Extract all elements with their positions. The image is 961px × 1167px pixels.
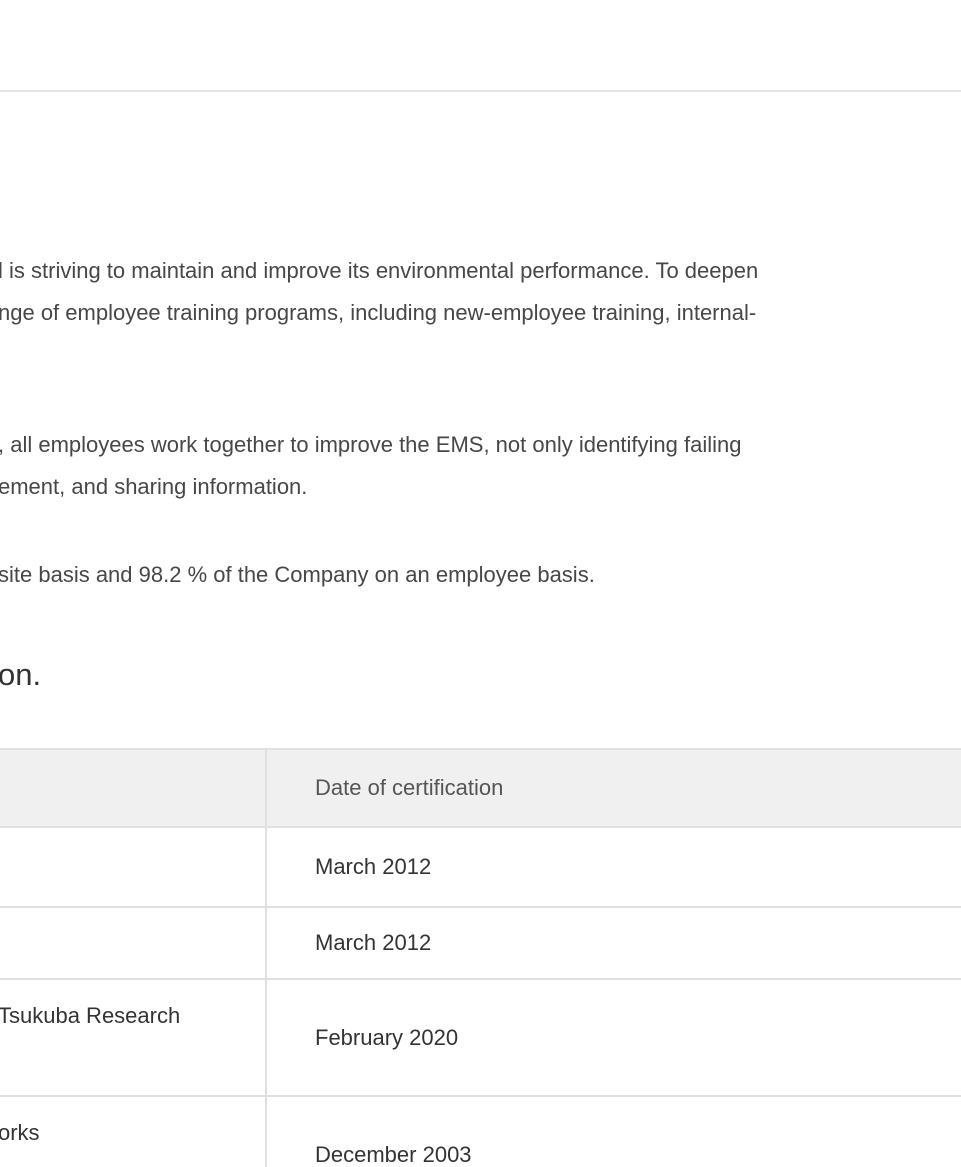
date-cell: March 2012 [265, 906, 961, 980]
site-name: Tsukuba Research [0, 1002, 181, 1028]
table-row: March 2012 [0, 826, 961, 908]
site-cell: Tsukuba Research [0, 978, 266, 1097]
date-column-header: Date of certification [265, 748, 961, 828]
paragraph-line: site basis and 98.2 % of the Company on … [0, 562, 595, 587]
table-row: Tsukuba Research February 2020 [0, 978, 961, 1097]
site-column-header [0, 748, 266, 828]
paragraph-line: l is striving to maintain and improve it… [0, 258, 759, 283]
paragraph-line: , all employees work together to improve… [0, 432, 742, 457]
certification-date: March 2012 [315, 930, 432, 955]
date-cell: March 2012 [265, 826, 961, 908]
table-header-row: Date of certification [0, 748, 961, 828]
site-cell: orks [0, 1095, 266, 1167]
ems-improvement-paragraph: , all employees work together to improve… [0, 424, 742, 508]
site-cell [0, 826, 266, 908]
site-cell [0, 906, 266, 980]
paragraph-line: ement, and sharing information. [0, 474, 308, 499]
table-row: March 2012 [0, 906, 961, 980]
coverage-paragraph: site basis and 98.2 % of the Company on … [0, 554, 595, 596]
intro-paragraph: l is striving to maintain and improve it… [0, 250, 758, 334]
paragraph-line: nge of employee training programs, inclu… [0, 300, 757, 325]
table-row: orks December 2003 [0, 1095, 961, 1167]
header-divider [0, 90, 961, 92]
date-cell: December 2003 [265, 1095, 961, 1167]
date-cell: February 2020 [265, 978, 961, 1097]
certification-date: March 2012 [315, 854, 432, 879]
certification-date: February 2020 [315, 1024, 459, 1050]
section-heading: on. [0, 657, 42, 692]
certification-table: Date of certification March 2012 March 2… [0, 748, 961, 1167]
certification-date: December 2003 [315, 1141, 472, 1167]
site-name: orks [0, 1119, 40, 1145]
page: l is striving to maintain and improve it… [0, 0, 961, 1167]
